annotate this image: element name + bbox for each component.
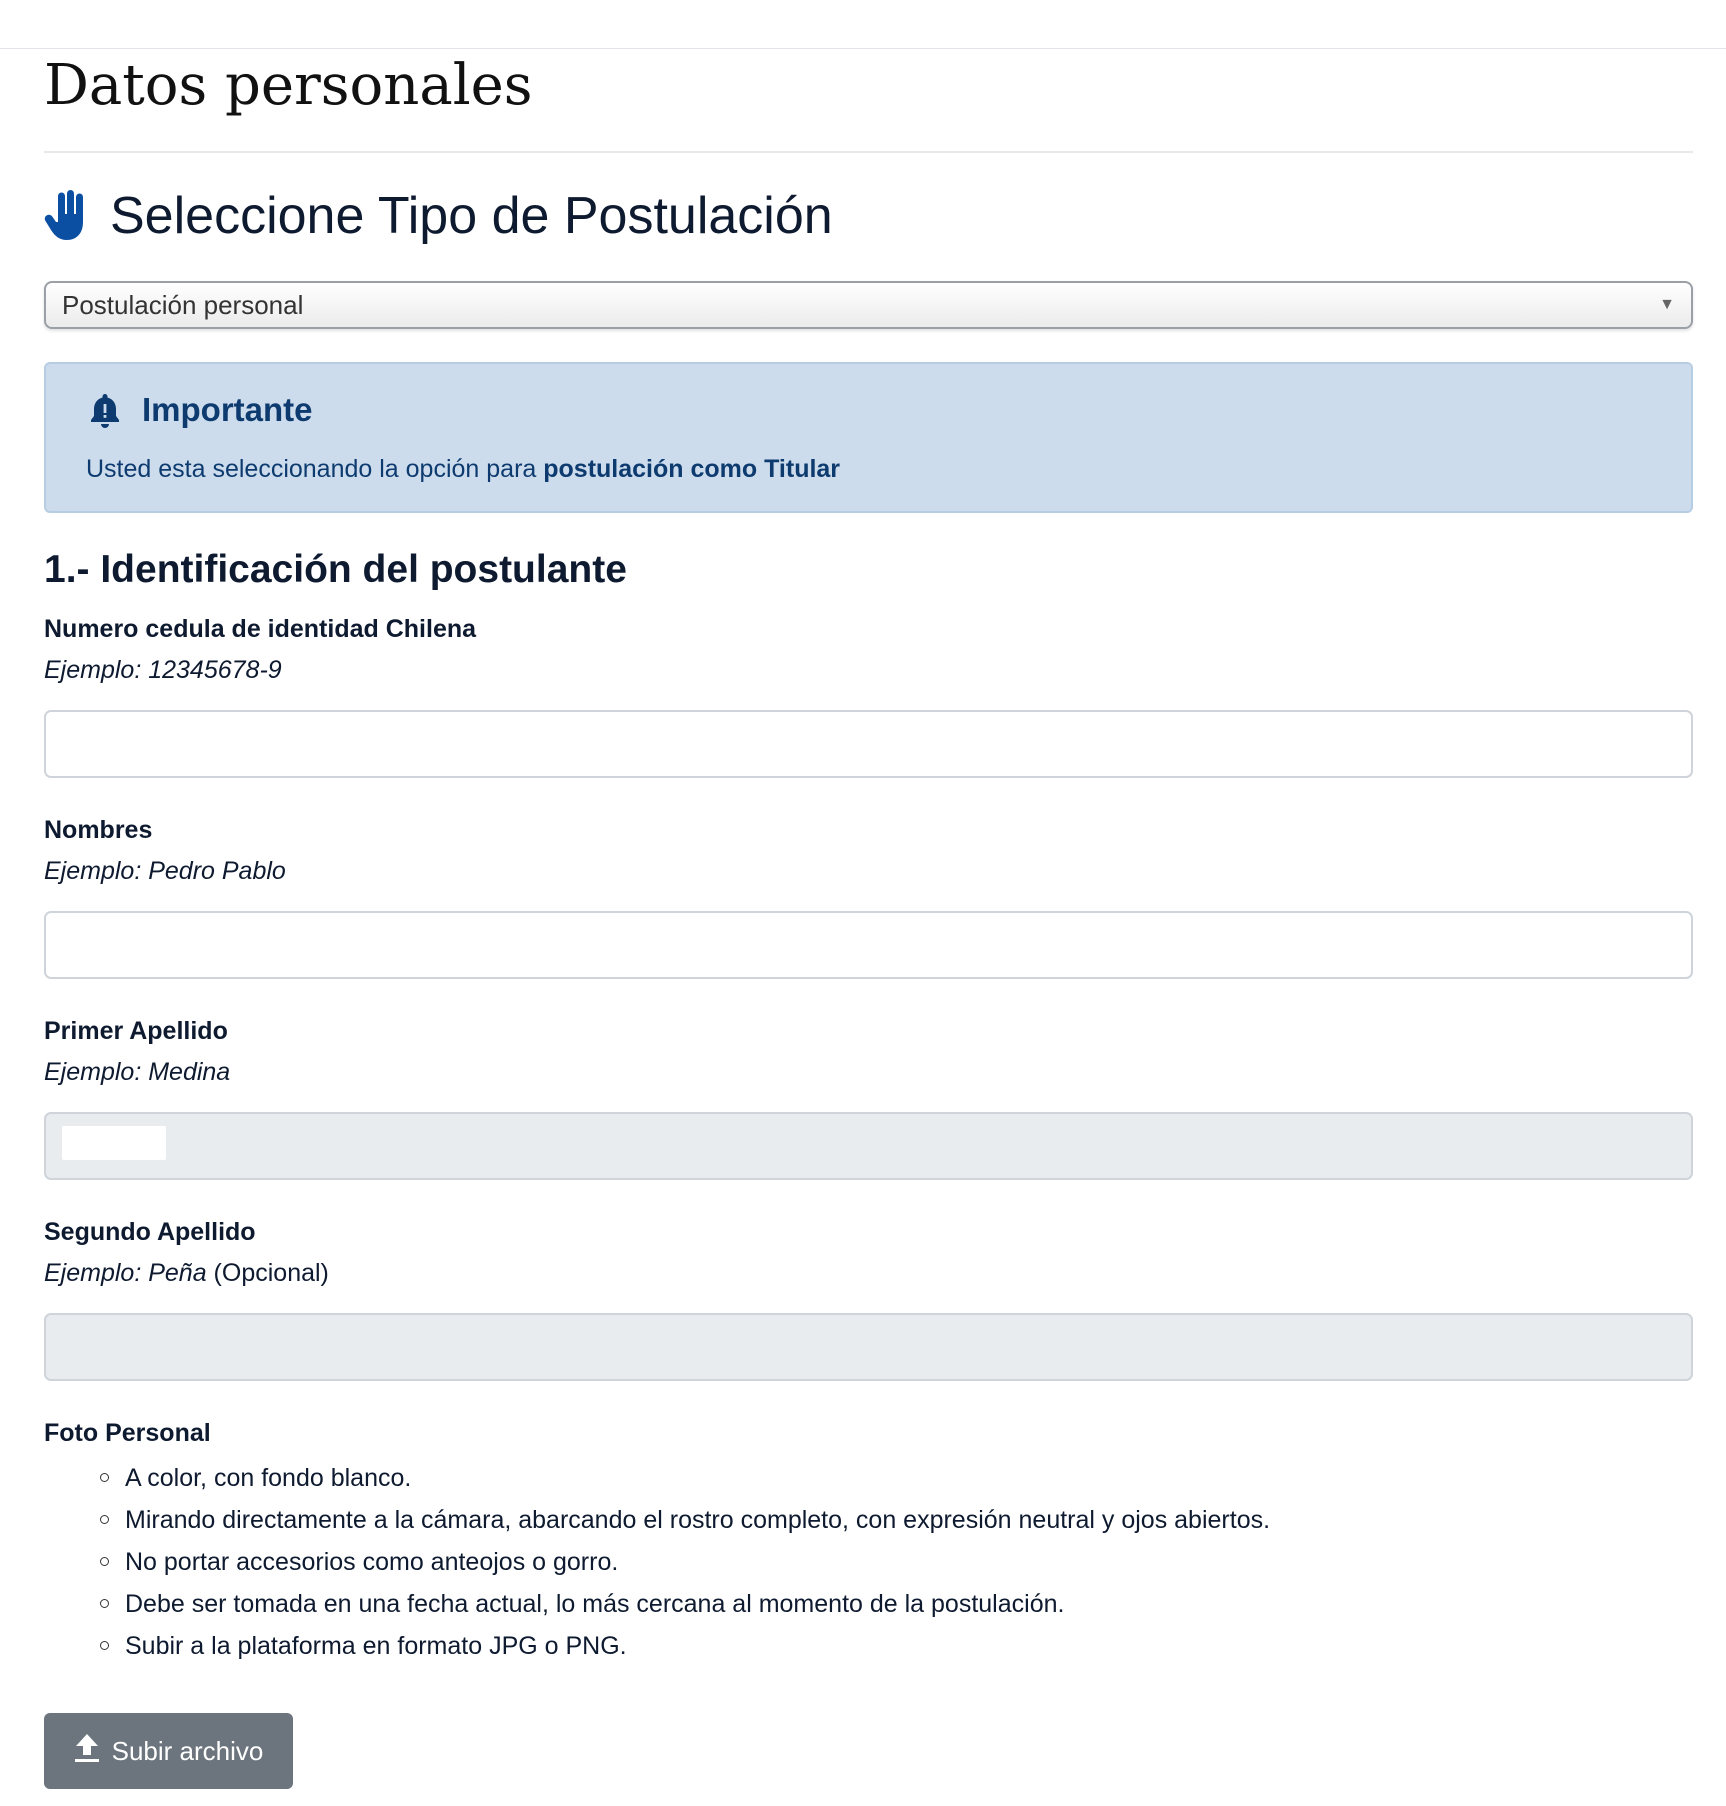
requirement-text: Mirando directamente a la cámara, abarca… — [125, 1506, 1271, 1534]
photo-label: Foto Personal — [44, 1419, 211, 1447]
names-input[interactable] — [44, 911, 1693, 979]
alert-message-text: Usted esta seleccionando la opción para — [86, 455, 544, 483]
identification-section-title: 1.- Identificación del postulante — [44, 548, 627, 591]
alert-title: Importante — [142, 391, 313, 428]
bullet-circle-icon — [100, 1473, 109, 1482]
application-type-title: Seleccione Tipo de Postulación — [110, 187, 833, 245]
header-divider — [0, 48, 1726, 49]
redacted-value — [62, 1126, 166, 1160]
list-item: Debe ser tomada en una fecha actual, lo … — [100, 1583, 1270, 1625]
list-item: Mirando directamente a la cámara, abarca… — [100, 1499, 1270, 1541]
list-item: No portar accesorios como anteojos o gor… — [100, 1541, 1270, 1583]
bullet-circle-icon — [100, 1641, 109, 1650]
requirement-text: A color, con fondo blanco. — [125, 1464, 412, 1492]
upload-icon — [74, 1733, 100, 1763]
first-surname-hint-example: Ejemplo: Medina — [44, 1058, 231, 1086]
title-divider — [44, 151, 1693, 153]
second-surname-input — [44, 1313, 1693, 1381]
requirement-text: Debe ser tomada en una fecha actual, lo … — [125, 1590, 1065, 1618]
names-hint-example: Ejemplo: Pedro Pablo — [44, 857, 286, 885]
alert-message-emphasis: postulación como Titular — [543, 455, 841, 483]
alert-message: Usted esta seleccionando la opción para … — [86, 452, 840, 486]
photo-requirements-list: A color, con fondo blanco. Mirando direc… — [100, 1457, 1270, 1667]
upload-file-button[interactable]: Subir archivo — [44, 1713, 293, 1789]
second-surname-hint: Ejemplo: Peña (Opcional) — [44, 1256, 329, 1290]
application-type-select[interactable]: Postulación personal ▼ — [44, 281, 1693, 329]
hand-icon — [44, 190, 88, 242]
rut-field-wrap — [44, 710, 1693, 778]
alert-header: Importante — [90, 388, 313, 432]
list-item: A color, con fondo blanco. — [100, 1457, 1270, 1499]
names-field-wrap — [44, 911, 1693, 979]
bullet-circle-icon — [100, 1557, 109, 1566]
rut-label: Numero cedula de identidad Chilena — [44, 615, 477, 643]
first-surname-label: Primer Apellido — [44, 1017, 228, 1045]
names-label: Nombres — [44, 816, 153, 844]
requirement-text: Subir a la plataforma en formato JPG o P… — [125, 1632, 627, 1660]
rut-hint-example: Ejemplo: 12345678-9 — [44, 656, 282, 684]
application-type-selected-value: Postulación personal — [62, 289, 304, 320]
page-title: Datos personales — [44, 53, 533, 118]
important-alert: Importante Usted esta seleccionando la o… — [44, 362, 1693, 513]
first-surname-hint: Ejemplo: Medina — [44, 1055, 230, 1089]
rut-hint: Ejemplo: 12345678-9 — [44, 653, 282, 687]
bell-icon — [90, 392, 120, 428]
rut-input[interactable] — [44, 710, 1693, 778]
bullet-circle-icon — [100, 1515, 109, 1524]
dropdown-arrow-icon: ▼ — [1659, 296, 1675, 313]
second-surname-label: Segundo Apellido — [44, 1218, 256, 1246]
application-type-heading: Seleccione Tipo de Postulación — [44, 180, 833, 252]
first-surname-input — [44, 1112, 1693, 1180]
bullet-circle-icon — [100, 1599, 109, 1608]
list-item: Subir a la plataforma en formato JPG o P… — [100, 1625, 1270, 1667]
second-surname-field-wrap — [44, 1313, 1693, 1381]
second-surname-hint-example: Ejemplo: Peña — [44, 1259, 207, 1287]
names-hint: Ejemplo: Pedro Pablo — [44, 854, 286, 888]
first-surname-field-wrap — [44, 1112, 1693, 1180]
upload-button-label: Subir archivo — [111, 1735, 264, 1766]
optional-note: (Opcional) — [206, 1259, 329, 1287]
requirement-text: No portar accesorios como anteojos o gor… — [125, 1548, 619, 1576]
